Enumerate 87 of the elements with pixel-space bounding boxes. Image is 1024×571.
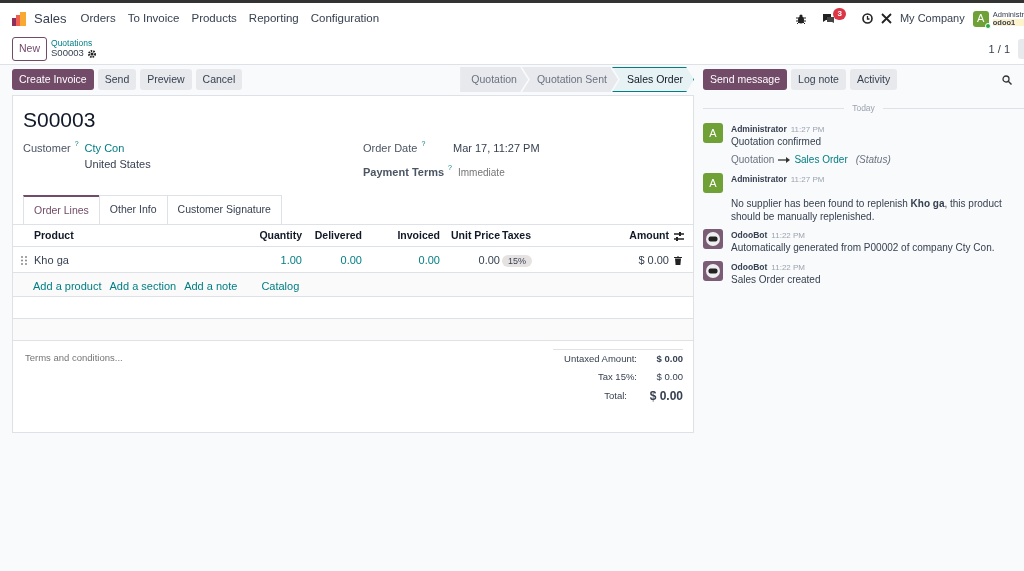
total-value: $ 0.00 xyxy=(648,387,683,405)
menu-item[interactable]: Reporting xyxy=(242,9,305,28)
company-switcher[interactable]: My Company xyxy=(899,10,965,27)
column-header[interactable]: Taxes xyxy=(502,229,531,242)
table-cell: 0.00 xyxy=(478,253,500,266)
table-cell: 0.00 xyxy=(340,253,362,266)
total-value: $ 0.00 xyxy=(655,369,683,384)
settings-icon[interactable] xyxy=(87,49,96,58)
table-cell: 0.00 xyxy=(418,253,440,266)
arrow-right-icon xyxy=(778,156,791,163)
chatter-button[interactable]: Send message xyxy=(703,68,788,91)
tools-icon[interactable] xyxy=(880,13,892,24)
menu-item[interactable]: Products xyxy=(185,9,243,28)
author-avatar: A xyxy=(703,173,723,194)
field-label: Customer xyxy=(23,140,71,156)
table-cell: 1.00 xyxy=(280,253,302,266)
tracking-field: (Status) xyxy=(855,152,891,168)
total-label: Total: xyxy=(603,388,628,403)
breadcrumb-current: S00003 xyxy=(51,48,84,59)
field-label: Payment Terms xyxy=(363,165,445,180)
column-header[interactable]: Product xyxy=(34,229,74,242)
action-button[interactable]: Cancel xyxy=(195,68,243,91)
menu-item[interactable]: Configuration xyxy=(304,9,386,28)
field-label: Order Date xyxy=(363,140,418,156)
author-name[interactable]: OdooBot xyxy=(731,229,768,242)
search-icon[interactable] xyxy=(1002,74,1012,85)
action-button[interactable]: Send xyxy=(97,68,137,91)
menu-item[interactable]: Orders xyxy=(74,9,122,28)
robot-avatar-icon xyxy=(703,260,723,281)
column-header[interactable]: Amount xyxy=(629,229,669,242)
chat-icon[interactable] xyxy=(822,13,836,24)
message-text: Automatically generated from P00002 of company Cty Con. xyxy=(731,242,995,255)
tab[interactable]: Order Lines xyxy=(23,194,100,225)
status-step[interactable]: Quotation Sent xyxy=(521,66,618,93)
tracking-new-value: Sales Order xyxy=(794,153,848,168)
column-header[interactable]: Quantity xyxy=(259,229,302,242)
robot-avatar-icon xyxy=(703,229,723,250)
add-line-link[interactable]: Add a note xyxy=(184,278,238,292)
chatter-button[interactable]: Log note xyxy=(791,68,846,91)
author-name[interactable]: Administrator xyxy=(731,122,787,136)
status-step[interactable]: Quotation xyxy=(460,66,528,93)
status-step[interactable]: Sales Order xyxy=(611,66,694,93)
chatter-button[interactable]: Activity xyxy=(849,68,898,91)
column-header[interactable]: Delivered xyxy=(314,229,362,242)
column-settings-icon[interactable] xyxy=(674,232,684,242)
new-button[interactable]: New xyxy=(12,37,47,61)
breadcrumb-link[interactable]: Quotations xyxy=(51,39,96,49)
add-line-link[interactable]: Add a product xyxy=(33,278,102,292)
action-button[interactable]: Create Invoice xyxy=(12,68,94,91)
message-text: Quotation confirmed xyxy=(731,135,823,149)
message-text: Sales Order created xyxy=(731,273,821,287)
message-time: 11:27 PM xyxy=(790,174,825,187)
bug-icon[interactable] xyxy=(796,13,807,24)
date-separator: Today xyxy=(851,102,876,115)
message-time: 11:27 PM xyxy=(790,123,825,136)
message-text: No supplier has been found to replenish Kho ga, this product should be manually replenished. xyxy=(731,198,1003,224)
add-line-link[interactable]: Catalog xyxy=(261,278,300,292)
table-cell: $ 0.00 xyxy=(638,253,669,266)
pager-value: 1 / 1 xyxy=(988,41,1010,57)
clock-icon[interactable] xyxy=(861,13,873,24)
tax-tag: 15% xyxy=(502,254,532,267)
add-line-link[interactable]: Add a section xyxy=(109,278,177,292)
total-label: Tax 15%: xyxy=(596,369,638,384)
drag-handle-icon[interactable] xyxy=(21,256,27,266)
app-logo-icon xyxy=(12,11,26,26)
app-name[interactable]: Sales xyxy=(34,8,67,29)
customer-address: United States xyxy=(84,157,151,172)
total-label: Untaxed Amount: xyxy=(563,352,638,367)
menu-item[interactable]: To Invoice xyxy=(121,9,186,28)
notification-badge: 3 xyxy=(833,8,846,20)
column-header[interactable]: Unit Price xyxy=(451,229,500,242)
online-status-dot xyxy=(984,22,991,29)
action-button[interactable]: Preview xyxy=(140,68,192,91)
tracking-old-value: Quotation xyxy=(731,153,775,168)
message-time: 11:22 PM xyxy=(771,230,805,243)
table-cell: Kho ga xyxy=(34,253,69,266)
order-date-value: Mar 17, 11:27 PM xyxy=(453,140,540,156)
record-title: S00003 xyxy=(23,107,97,133)
column-header[interactable]: Invoiced xyxy=(397,229,440,242)
author-name[interactable]: OdooBot xyxy=(731,260,768,274)
total-value: $ 0.00 xyxy=(655,352,683,367)
tab[interactable]: Customer Signature xyxy=(166,194,282,225)
author-avatar: A xyxy=(703,122,723,143)
trash-icon[interactable] xyxy=(674,256,682,266)
customer-link[interactable]: Cty Con xyxy=(84,139,151,156)
message-time: 11:22 PM xyxy=(771,261,805,274)
author-name[interactable]: Administrator xyxy=(731,173,787,186)
